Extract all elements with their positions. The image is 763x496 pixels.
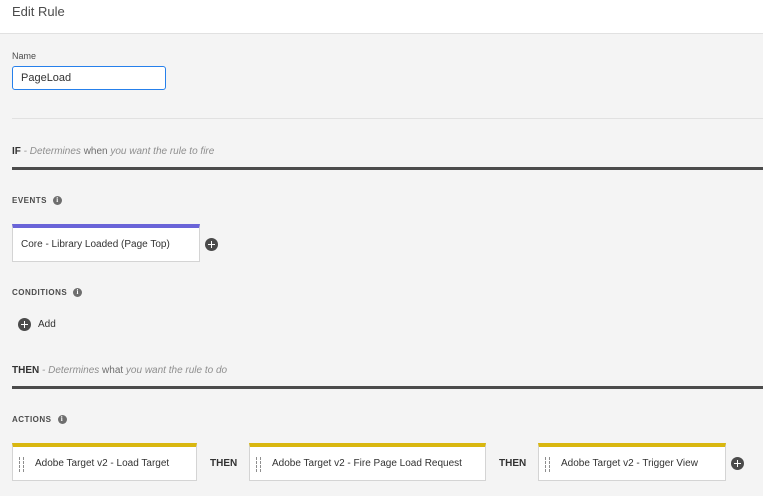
actions-heading: ACTIONS i [12,415,67,424]
action-card-label: Adobe Target v2 - Trigger View [561,458,698,469]
page-header: Edit Rule [0,0,763,34]
drag-handle-icon[interactable] [545,456,553,471]
plus-icon [18,318,31,331]
then-divider [12,386,763,389]
then-keyword: THEN [12,365,40,376]
info-icon[interactable]: i [73,288,83,297]
if-section-heading: IF - Determines when you want the rule t… [12,146,215,157]
add-condition-button[interactable]: Add [18,318,56,331]
page-title: Edit Rule [12,4,65,19]
add-condition-label: Add [38,319,56,330]
events-heading: EVENTS i [12,196,63,205]
drag-handle-icon[interactable] [256,456,264,471]
add-event-icon[interactable] [205,238,218,251]
action-card[interactable]: Adobe Target v2 - Trigger View [538,443,726,481]
then-connector: THEN [499,458,527,469]
drag-handle-icon[interactable] [19,456,27,471]
then-section-heading: THEN - Determines what you want the rule… [12,365,228,376]
action-card[interactable]: Adobe Target v2 - Fire Page Load Request [249,443,486,481]
info-icon[interactable]: i [57,415,67,424]
info-icon[interactable]: i [53,196,63,205]
add-action-icon[interactable] [731,457,744,470]
event-card[interactable]: Core - Library Loaded (Page Top) [12,224,200,262]
action-card-label: Adobe Target v2 - Fire Page Load Request [272,458,462,469]
if-divider [12,167,763,170]
action-card[interactable]: Adobe Target v2 - Load Target [12,443,197,481]
divider [12,118,763,119]
if-keyword: IF [12,146,21,157]
event-card-label: Core - Library Loaded (Page Top) [21,239,170,250]
name-label: Name [12,51,37,61]
conditions-heading: CONDITIONS i [12,288,83,297]
then-connector: THEN [210,458,238,469]
rule-name-input[interactable] [12,66,166,90]
action-card-label: Adobe Target v2 - Load Target [35,458,170,469]
